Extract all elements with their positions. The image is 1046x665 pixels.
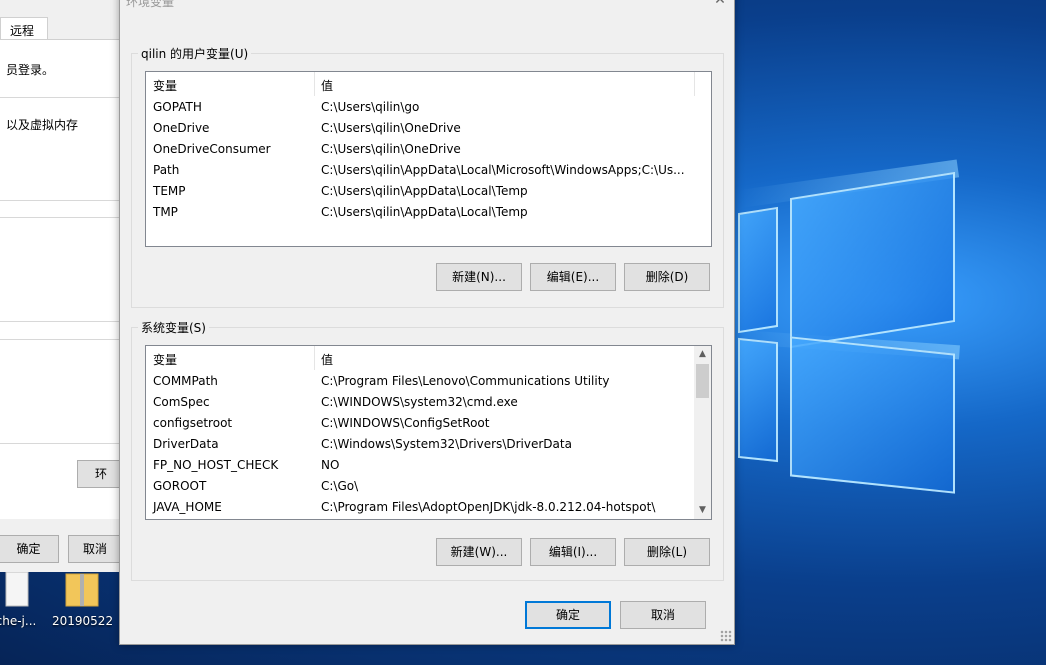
variable-name: JAVA_HOME — [153, 500, 222, 514]
table-row[interactable]: GOROOT C:\Go\ — [146, 476, 711, 497]
user-edit-button[interactable]: 编辑(E)... — [530, 263, 616, 291]
table-row[interactable]: configsetroot C:\WINDOWS\ConfigSetRoot — [146, 413, 711, 434]
system-delete-button[interactable]: 删除(L) — [624, 538, 710, 566]
table-row[interactable]: DriverData C:\Windows\System32\Drivers\Dr… — [146, 434, 711, 455]
variable-name: OneDrive — [153, 121, 210, 135]
table-row[interactable]: OneDriveConsumer C:\Users\qilin\OneDrive — [146, 139, 711, 160]
system-variables-list[interactable]: 变量 值 COMMPath C:\Program Files\Lenovo\Com… — [145, 345, 712, 520]
table-row[interactable]: Path C:\Users\qilin\AppData\Local\Microso… — [146, 160, 711, 181]
window-logo-pane — [738, 206, 778, 334]
resize-grip-icon[interactable] — [720, 630, 732, 642]
divider — [0, 200, 122, 201]
window-logo-pane — [790, 171, 955, 349]
env-variables-button[interactable]: 环 — [77, 460, 125, 488]
variable-name: TMP — [153, 205, 178, 219]
zip-folder-icon — [64, 570, 100, 610]
file-icon — [0, 570, 34, 610]
system-properties-window: 远程 员登录。 以及虚拟内存 环 确定 取消 — [0, 0, 125, 572]
variable-value: C:\WINDOWS\ConfigSetRoot — [321, 416, 490, 430]
desktop-icon-zip[interactable]: 20190522... — [52, 570, 112, 628]
table-row[interactable]: FP_NO_HOST_CHECK NO — [146, 455, 711, 476]
variable-value: C:\Program Files\Lenovo\Communications U… — [321, 374, 610, 388]
variable-value: NO — [321, 458, 340, 472]
chevron-up-icon[interactable]: ▲ — [694, 346, 711, 363]
variable-value: C:\Users\qilin\go — [321, 100, 420, 114]
variable-name: DriverData — [153, 437, 219, 451]
column-header-value[interactable]: 值 — [321, 77, 333, 94]
tab-panel: 员登录。 以及虚拟内存 环 — [0, 39, 125, 519]
user-delete-button[interactable]: 删除(D) — [624, 263, 710, 291]
variable-value: C:\Users\qilin\OneDrive — [321, 121, 461, 135]
divider — [0, 217, 122, 218]
ok-button[interactable]: 确定 — [0, 535, 59, 563]
variable-name: COMMPath — [153, 374, 218, 388]
scrollbar-thumb[interactable] — [696, 364, 709, 398]
variable-name: configsetroot — [153, 416, 233, 430]
table-row[interactable]: TEMP C:\Users\qilin\AppData\Local\Temp — [146, 181, 711, 202]
table-row[interactable]: OneDrive C:\Users\qilin\OneDrive — [146, 118, 711, 139]
variable-value: C:\Users\qilin\OneDrive — [321, 142, 461, 156]
table-row[interactable]: COMMPath C:\Program Files\Lenovo\Communic… — [146, 371, 711, 392]
variable-name: GOPATH — [153, 100, 202, 114]
variable-value: C:\WINDOWS\system32\cmd.exe — [321, 395, 518, 409]
variable-value: C:\Users\qilin\AppData\Local\Temp — [321, 205, 528, 219]
vertical-scrollbar[interactable]: ▲ ▼ — [694, 346, 711, 519]
close-icon[interactable]: ✕ — [712, 0, 728, 9]
chevron-down-icon[interactable]: ▼ — [694, 502, 711, 519]
admin-login-text: 员登录。 — [6, 63, 55, 77]
table-row[interactable]: ComSpec C:\WINDOWS\system32\cmd.exe — [146, 392, 711, 413]
system-edit-button[interactable]: 编辑(I)... — [530, 538, 616, 566]
system-new-button[interactable]: 新建(W)... — [436, 538, 522, 566]
variable-value: C:\Program Files\AdoptOpenJDK\jdk-8.0.21… — [321, 500, 656, 514]
window-logo-pane — [790, 336, 955, 494]
variable-value: C:\Users\qilin\AppData\Local\Temp — [321, 184, 528, 198]
tab-remote[interactable]: 远程 — [0, 17, 48, 40]
desktop-icon-label: 20190522... — [52, 614, 112, 628]
desktop-icon-label: che-j... — [0, 614, 37, 628]
divider — [0, 339, 122, 340]
user-variables-title: qilin 的用户变量(U) — [141, 47, 249, 61]
list-header: 变量 值 — [146, 346, 711, 370]
table-row[interactable]: JAVA_HOME C:\Program Files\AdoptOpenJDK\j… — [146, 497, 711, 518]
window-logo-pane — [738, 337, 778, 463]
variable-value: C:\Go\ — [321, 479, 359, 493]
environment-variables-dialog: 环境变量 ✕ qilin 的用户变量(U) 变量 值 GOPATH C:\User… — [119, 0, 735, 645]
variable-name: ComSpec — [153, 395, 210, 409]
divider — [0, 321, 122, 322]
cancel-button[interactable]: 取消 — [68, 535, 122, 563]
variable-value: C:\Users\qilin\AppData\Local\Microsoft\W… — [321, 163, 685, 177]
virtual-memory-text: 以及虚拟内存 — [6, 118, 79, 132]
variable-name: Path — [153, 163, 180, 177]
variable-name: OneDriveConsumer — [153, 142, 271, 156]
variable-name: GOROOT — [153, 479, 207, 493]
variable-value: C:\Windows\System32\Drivers\DriverData — [321, 437, 572, 451]
table-row[interactable]: TMP C:\Users\qilin\AppData\Local\Temp — [146, 202, 711, 223]
variable-name: FP_NO_HOST_CHECK — [153, 458, 279, 472]
divider — [0, 97, 122, 98]
column-header-value[interactable]: 值 — [321, 351, 333, 368]
table-row[interactable]: GOPATH C:\Users\qilin\go — [146, 97, 711, 118]
column-header-variable[interactable]: 变量 — [153, 77, 177, 94]
divider — [0, 443, 122, 444]
user-new-button[interactable]: 新建(N)... — [436, 263, 522, 291]
dialog-title: 环境变量 — [126, 0, 175, 9]
variable-name: TEMP — [153, 184, 186, 198]
desktop-icon-file[interactable]: che-j... — [0, 570, 46, 628]
ok-button[interactable]: 确定 — [525, 601, 611, 629]
system-variables-title: 系统变量(S) — [141, 321, 206, 335]
user-variables-list[interactable]: 变量 值 GOPATH C:\Users\qilin\go OneDrive C:\… — [145, 71, 712, 247]
list-header: 变量 值 — [146, 72, 711, 96]
column-header-variable[interactable]: 变量 — [153, 351, 177, 368]
cancel-button[interactable]: 取消 — [620, 601, 706, 629]
